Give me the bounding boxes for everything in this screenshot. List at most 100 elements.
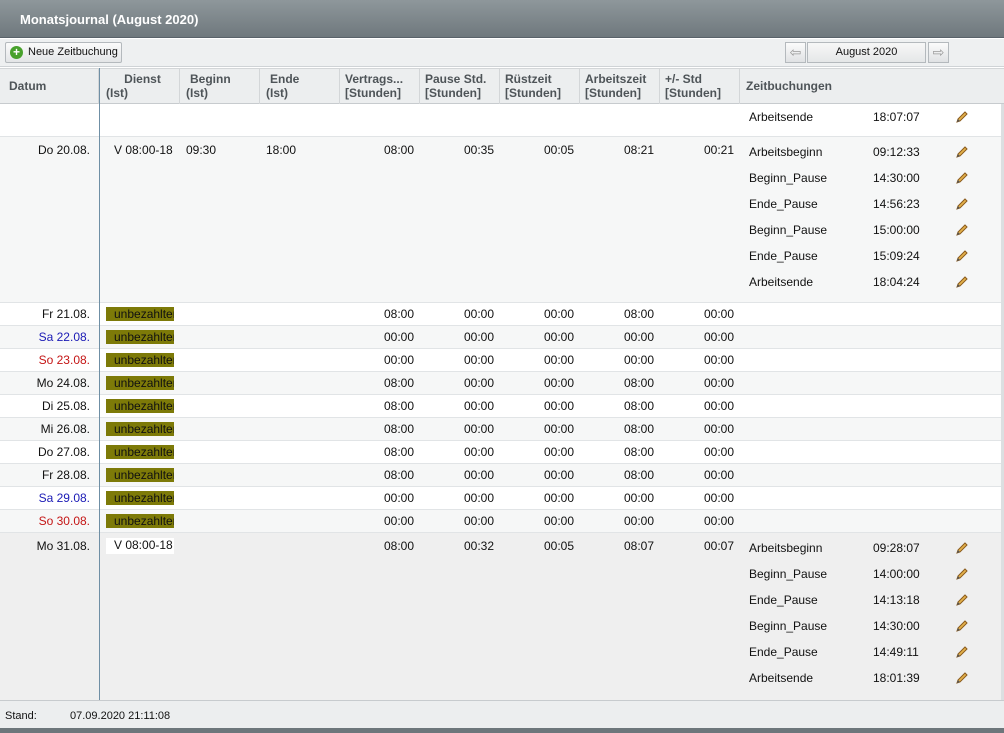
arrow-left-icon: ⇦ — [789, 44, 802, 60]
column-ende[interactable]: Ende (Ist) — [260, 69, 340, 104]
table-row[interactable]: So 30.08. unbezahlter 00:00 00:00 00:00 … — [0, 510, 1004, 533]
booking-label: Arbeitsende — [749, 275, 814, 289]
booking-time: 14:30:00 — [873, 619, 920, 633]
pencil-icon[interactable] — [954, 109, 970, 125]
pencil-icon[interactable] — [954, 592, 970, 608]
pencil-icon[interactable] — [954, 196, 970, 212]
pencil-icon[interactable] — [954, 222, 970, 238]
column-dienst[interactable]: Dienst (Ist) — [100, 69, 180, 104]
booking-label: Beginn_Pause — [749, 223, 828, 237]
table-row[interactable]: Di 25.08. unbezahlter 08:00 00:00 00:00 … — [0, 395, 1004, 418]
row-vertrag: 08:00 — [383, 445, 414, 459]
new-time-booking-button[interactable]: + Neue Zeitbuchung — [5, 42, 122, 63]
table-row[interactable]: So 23.08. unbezahlter 00:00 00:00 00:00 … — [0, 349, 1004, 372]
pencil-icon[interactable] — [954, 566, 970, 582]
column-plusminus[interactable]: +/- Std [Stunden] — [660, 69, 740, 104]
row-arbeitszeit: 08:07 — [623, 539, 654, 553]
pencil-icon[interactable] — [954, 618, 970, 634]
booking-time: 14:13:18 — [873, 593, 920, 607]
stand-value: 07.09.2020 21:11:08 — [70, 710, 171, 722]
booking-time: 18:01:39 — [873, 671, 920, 685]
row-diff: 00:00 — [703, 353, 734, 367]
row-vertrag: 08:00 — [383, 307, 414, 321]
row-date: Mi 26.08. — [40, 422, 90, 436]
booking-time: 14:56:23 — [873, 197, 920, 211]
table-header: Datum Dienst (Ist) Beginn (Ist) Ende (Ist) … — [0, 68, 1004, 104]
row-ruestzeit: 00:00 — [543, 514, 574, 528]
status-badge: unbezahlter — [106, 514, 174, 528]
row-vertrag: 00:00 — [383, 330, 414, 344]
column-datum[interactable]: Datum — [0, 69, 99, 104]
column-beginn[interactable]: Beginn (Ist) — [180, 69, 260, 104]
row-arbeitszeit: 08:21 — [623, 143, 654, 157]
table-row[interactable]: Sa 22.08. unbezahlter 00:00 00:00 00:00 … — [0, 326, 1004, 349]
row-beginn: 09:30 — [186, 143, 217, 157]
row-vertrag: 08:00 — [383, 468, 414, 482]
table-row[interactable]: Fr 28.08. unbezahlter 08:00 00:00 00:00 … — [0, 464, 1004, 487]
row-date: Sa 22.08. — [38, 330, 90, 344]
pencil-icon[interactable] — [954, 144, 970, 160]
row-dienst: V 08:00-18 — [106, 538, 174, 554]
booking-label: Beginn_Pause — [749, 171, 828, 185]
pencil-icon[interactable] — [954, 248, 970, 264]
status-badge: unbezahlter — [106, 422, 174, 436]
row-arbeitszeit: 08:00 — [623, 399, 654, 413]
row-pause: 00:00 — [463, 514, 494, 528]
row-pause: 00:00 — [463, 307, 494, 321]
booking-label: Arbeitsende — [749, 671, 814, 685]
row-pause: 00:00 — [463, 330, 494, 344]
booking-label: Ende_Pause — [749, 197, 818, 211]
booking-label: Arbeitsbeginn — [749, 145, 823, 159]
booking-label: Beginn_Pause — [749, 567, 828, 581]
table-row[interactable]: Mo 24.08. unbezahlter 08:00 00:00 00:00 … — [0, 372, 1004, 395]
booking-label: Beginn_Pause — [749, 619, 828, 633]
stand-label: Stand: — [5, 710, 37, 722]
column-pause[interactable]: Pause Std. [Stunden] — [420, 69, 500, 104]
pencil-icon[interactable] — [954, 644, 970, 660]
bottom-border — [0, 728, 1004, 733]
table-body: Arbeitsende 18:07:07 Do 20.08. V 08:00-1… — [0, 104, 1004, 700]
pencil-icon[interactable] — [954, 274, 970, 290]
previous-month-button[interactable]: ⇦ — [785, 42, 806, 63]
row-vertrag: 08:00 — [383, 399, 414, 413]
table-row[interactable]: Do 20.08. V 08:00-18 09:30 18:00 08:00 0… — [0, 137, 1004, 303]
row-pause: 00:35 — [463, 143, 494, 157]
row-diff: 00:07 — [703, 539, 734, 553]
column-zeitbuchungen[interactable]: Zeitbuchungen — [740, 69, 1004, 104]
row-arbeitszeit: 08:00 — [623, 307, 654, 321]
row-arbeitszeit: 00:00 — [623, 491, 654, 505]
status-badge: unbezahlter — [106, 353, 174, 367]
row-pause: 00:32 — [463, 539, 494, 553]
pencil-icon[interactable] — [954, 670, 970, 686]
booking-label: Arbeitsbeginn — [749, 541, 823, 555]
row-arbeitszeit: 08:00 — [623, 445, 654, 459]
window-title: Monatsjournal (August 2020) — [0, 0, 1004, 38]
row-diff: 00:00 — [703, 422, 734, 436]
booking-time: 14:49:11 — [873, 645, 919, 659]
row-diff: 00:00 — [703, 491, 734, 505]
row-diff: 00:00 — [703, 307, 734, 321]
status-badge: unbezahlter — [106, 307, 174, 321]
pencil-icon[interactable] — [954, 540, 970, 556]
table-row: Arbeitsende 18:07:07 — [0, 104, 1004, 137]
column-ruestzeit[interactable]: Rüstzeit [Stunden] — [500, 69, 580, 104]
row-date: Mo 24.08. — [36, 376, 90, 390]
status-badge: unbezahlter — [106, 330, 174, 344]
column-arbeitszeit[interactable]: Arbeitszeit [Stunden] — [580, 69, 660, 104]
row-diff: 00:00 — [703, 330, 734, 344]
row-ruestzeit: 00:00 — [543, 330, 574, 344]
column-vertrag[interactable]: Vertrags... [Stunden] — [340, 69, 420, 104]
row-ruestzeit: 00:00 — [543, 445, 574, 459]
row-diff: 00:00 — [703, 468, 734, 482]
table-row[interactable]: Mo 31.08. V 08:00-18 08:00 00:32 00:05 0… — [0, 533, 1004, 700]
table-row[interactable]: Sa 29.08. unbezahlter 00:00 00:00 00:00 … — [0, 487, 1004, 510]
month-selector[interactable]: August 2020 — [807, 42, 926, 63]
next-month-button[interactable]: ⇨ — [928, 42, 949, 63]
table-row[interactable]: Do 27.08. unbezahlter 08:00 00:00 00:00 … — [0, 441, 1004, 464]
booking-label: Ende_Pause — [749, 645, 818, 659]
booking-time: 09:28:07 — [873, 541, 920, 555]
pencil-icon[interactable] — [954, 170, 970, 186]
table-row[interactable]: Fr 21.08. unbezahlter 08:00 00:00 00:00 … — [0, 303, 1004, 326]
row-vertrag: 08:00 — [383, 376, 414, 390]
table-row[interactable]: Mi 26.08. unbezahlter 08:00 00:00 00:00 … — [0, 418, 1004, 441]
